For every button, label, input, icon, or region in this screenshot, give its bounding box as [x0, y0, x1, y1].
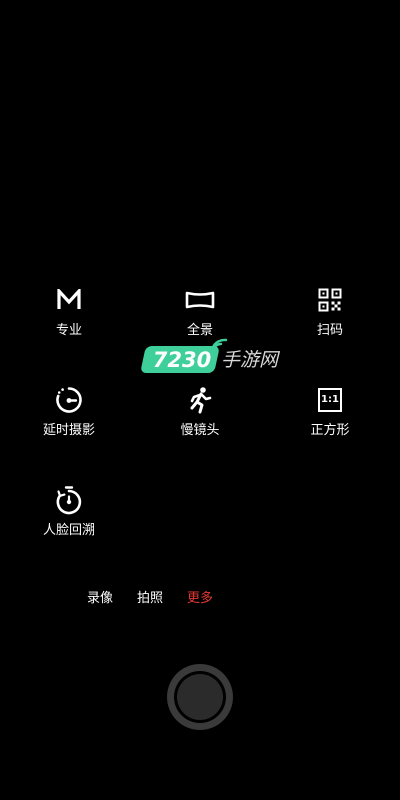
panorama-icon — [185, 285, 215, 315]
shutter-inner-ring — [174, 671, 226, 723]
timelapse-icon — [54, 385, 84, 415]
mode-square[interactable]: 1:1 正方形 — [275, 385, 385, 439]
mode-pro-label: 专业 — [55, 323, 82, 338]
mode-scan[interactable]: 扫码 — [275, 285, 385, 339]
shutter-core — [177, 674, 223, 720]
watermark-logo: 7230 手游网 — [140, 338, 293, 378]
tab-photo[interactable]: 拍照 — [137, 590, 163, 608]
watermark-text: 手游网 — [221, 349, 279, 371]
tab-more[interactable]: 更多 — [187, 590, 213, 608]
mode-pro[interactable]: 专业 — [14, 285, 124, 339]
manual-mode-m-icon — [54, 285, 84, 315]
square-ratio-icon: 1:1 — [315, 385, 345, 415]
square-ratio-text: 1:1 — [321, 394, 339, 405]
mode-panorama[interactable]: 全景 — [145, 285, 255, 339]
slow-motion-runner-icon — [185, 385, 215, 415]
mode-square-label: 正方形 — [310, 423, 350, 438]
mode-slow-motion[interactable]: 慢镜头 — [145, 385, 255, 439]
mode-timelapse-label: 延时摄影 — [42, 423, 95, 438]
mode-face-backtrack[interactable]: 人脸回溯 — [14, 485, 124, 539]
camera-mode-tabs: 录像 拍照 更多 — [0, 590, 400, 610]
mode-scan-label: 扫码 — [316, 323, 343, 338]
shutter-button[interactable] — [167, 664, 233, 730]
face-backtrack-timer-icon — [54, 485, 84, 515]
tab-video[interactable]: 录像 — [87, 590, 113, 608]
mode-panorama-label: 全景 — [186, 323, 213, 338]
mode-face-backtrack-label: 人脸回溯 — [42, 523, 95, 538]
mode-timelapse[interactable]: 延时摄影 — [14, 385, 124, 439]
watermark-number: 7230 — [152, 348, 212, 372]
qr-code-icon — [315, 285, 345, 315]
mode-slow-motion-label: 慢镜头 — [180, 423, 220, 438]
